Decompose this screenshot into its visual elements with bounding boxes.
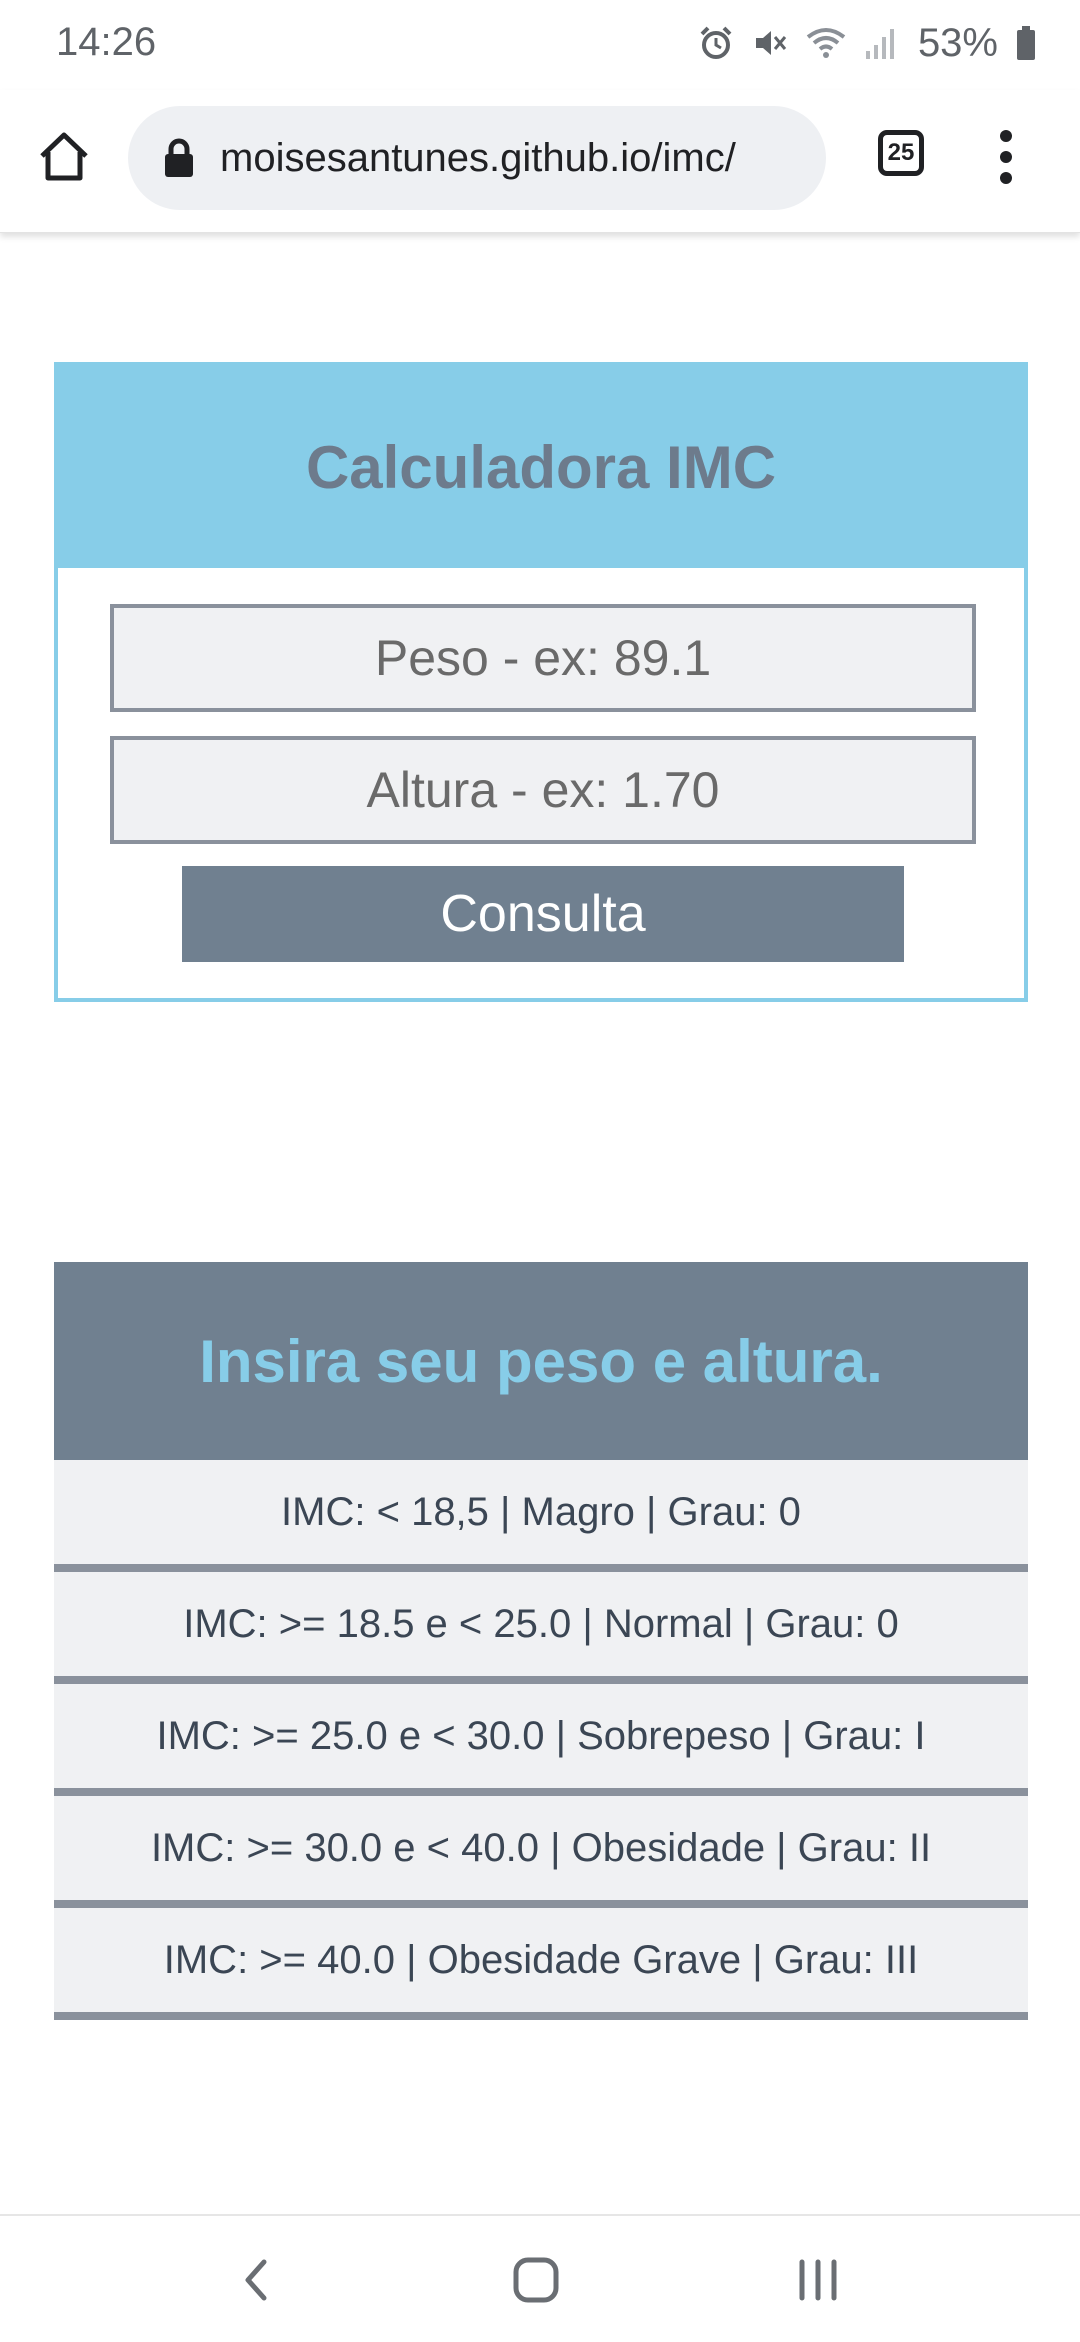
address-bar[interactable]: moisesantunes.github.io/imc/ <box>128 106 826 210</box>
calculator-card: Calculadora IMC Consulta <box>54 362 1028 1002</box>
wifi-icon <box>806 28 846 58</box>
calculator-header: Calculadora IMC <box>58 366 1024 568</box>
imc-row-sobrepeso: IMC: >= 25.0 e < 30.0 | Sobrepeso | Grau… <box>54 1684 1028 1796</box>
home-icon[interactable] <box>36 128 92 184</box>
height-input[interactable] <box>110 736 976 844</box>
more-menu-icon[interactable] <box>990 126 1022 188</box>
signal-icon <box>865 29 894 59</box>
battery-percent: 53% <box>917 20 998 65</box>
status-time: 14:26 <box>56 20 157 64</box>
tab-count: 25 <box>887 139 915 166</box>
calculator-title: Calculadora IMC <box>305 433 777 501</box>
result-panel: Insira seu peso e altura. IMC: < 18,5 | … <box>54 1262 1028 2020</box>
system-nav-bar <box>0 2214 1080 2342</box>
imc-row-magro: IMC: < 18,5 | Magro | Grau: 0 <box>54 1460 1028 1572</box>
result-title: Insira seu peso e altura. <box>199 1327 883 1395</box>
mute-icon <box>755 31 787 55</box>
result-header: Insira seu peso e altura. <box>54 1262 1028 1460</box>
recents-icon[interactable] <box>796 2256 840 2304</box>
url-text: moisesantunes.github.io/imc/ <box>220 135 736 180</box>
imc-row-obesidade: IMC: >= 30.0 e < 40.0 | Obesidade | Grau… <box>54 1796 1028 1908</box>
status-icons: 53% <box>698 18 1036 68</box>
battery-icon <box>1017 26 1035 60</box>
home-nav-icon[interactable] <box>512 2256 560 2304</box>
back-icon[interactable] <box>236 2256 276 2304</box>
tabs-icon[interactable]: 25 <box>878 130 924 176</box>
imc-row-obesidade-grave: IMC: >= 40.0 | Obesidade Grave | Grau: I… <box>54 1908 1028 2020</box>
weight-input[interactable] <box>110 604 976 712</box>
lock-icon <box>165 138 193 177</box>
status-bar: 14:26 53% <box>0 0 1080 90</box>
browser-toolbar: moisesantunes.github.io/imc/ 25 <box>0 90 1080 233</box>
imc-row-normal: IMC: >= 18.5 e < 25.0 | Normal | Grau: 0 <box>54 1572 1028 1684</box>
consulta-button[interactable]: Consulta <box>182 866 904 962</box>
alarm-icon <box>700 26 732 59</box>
